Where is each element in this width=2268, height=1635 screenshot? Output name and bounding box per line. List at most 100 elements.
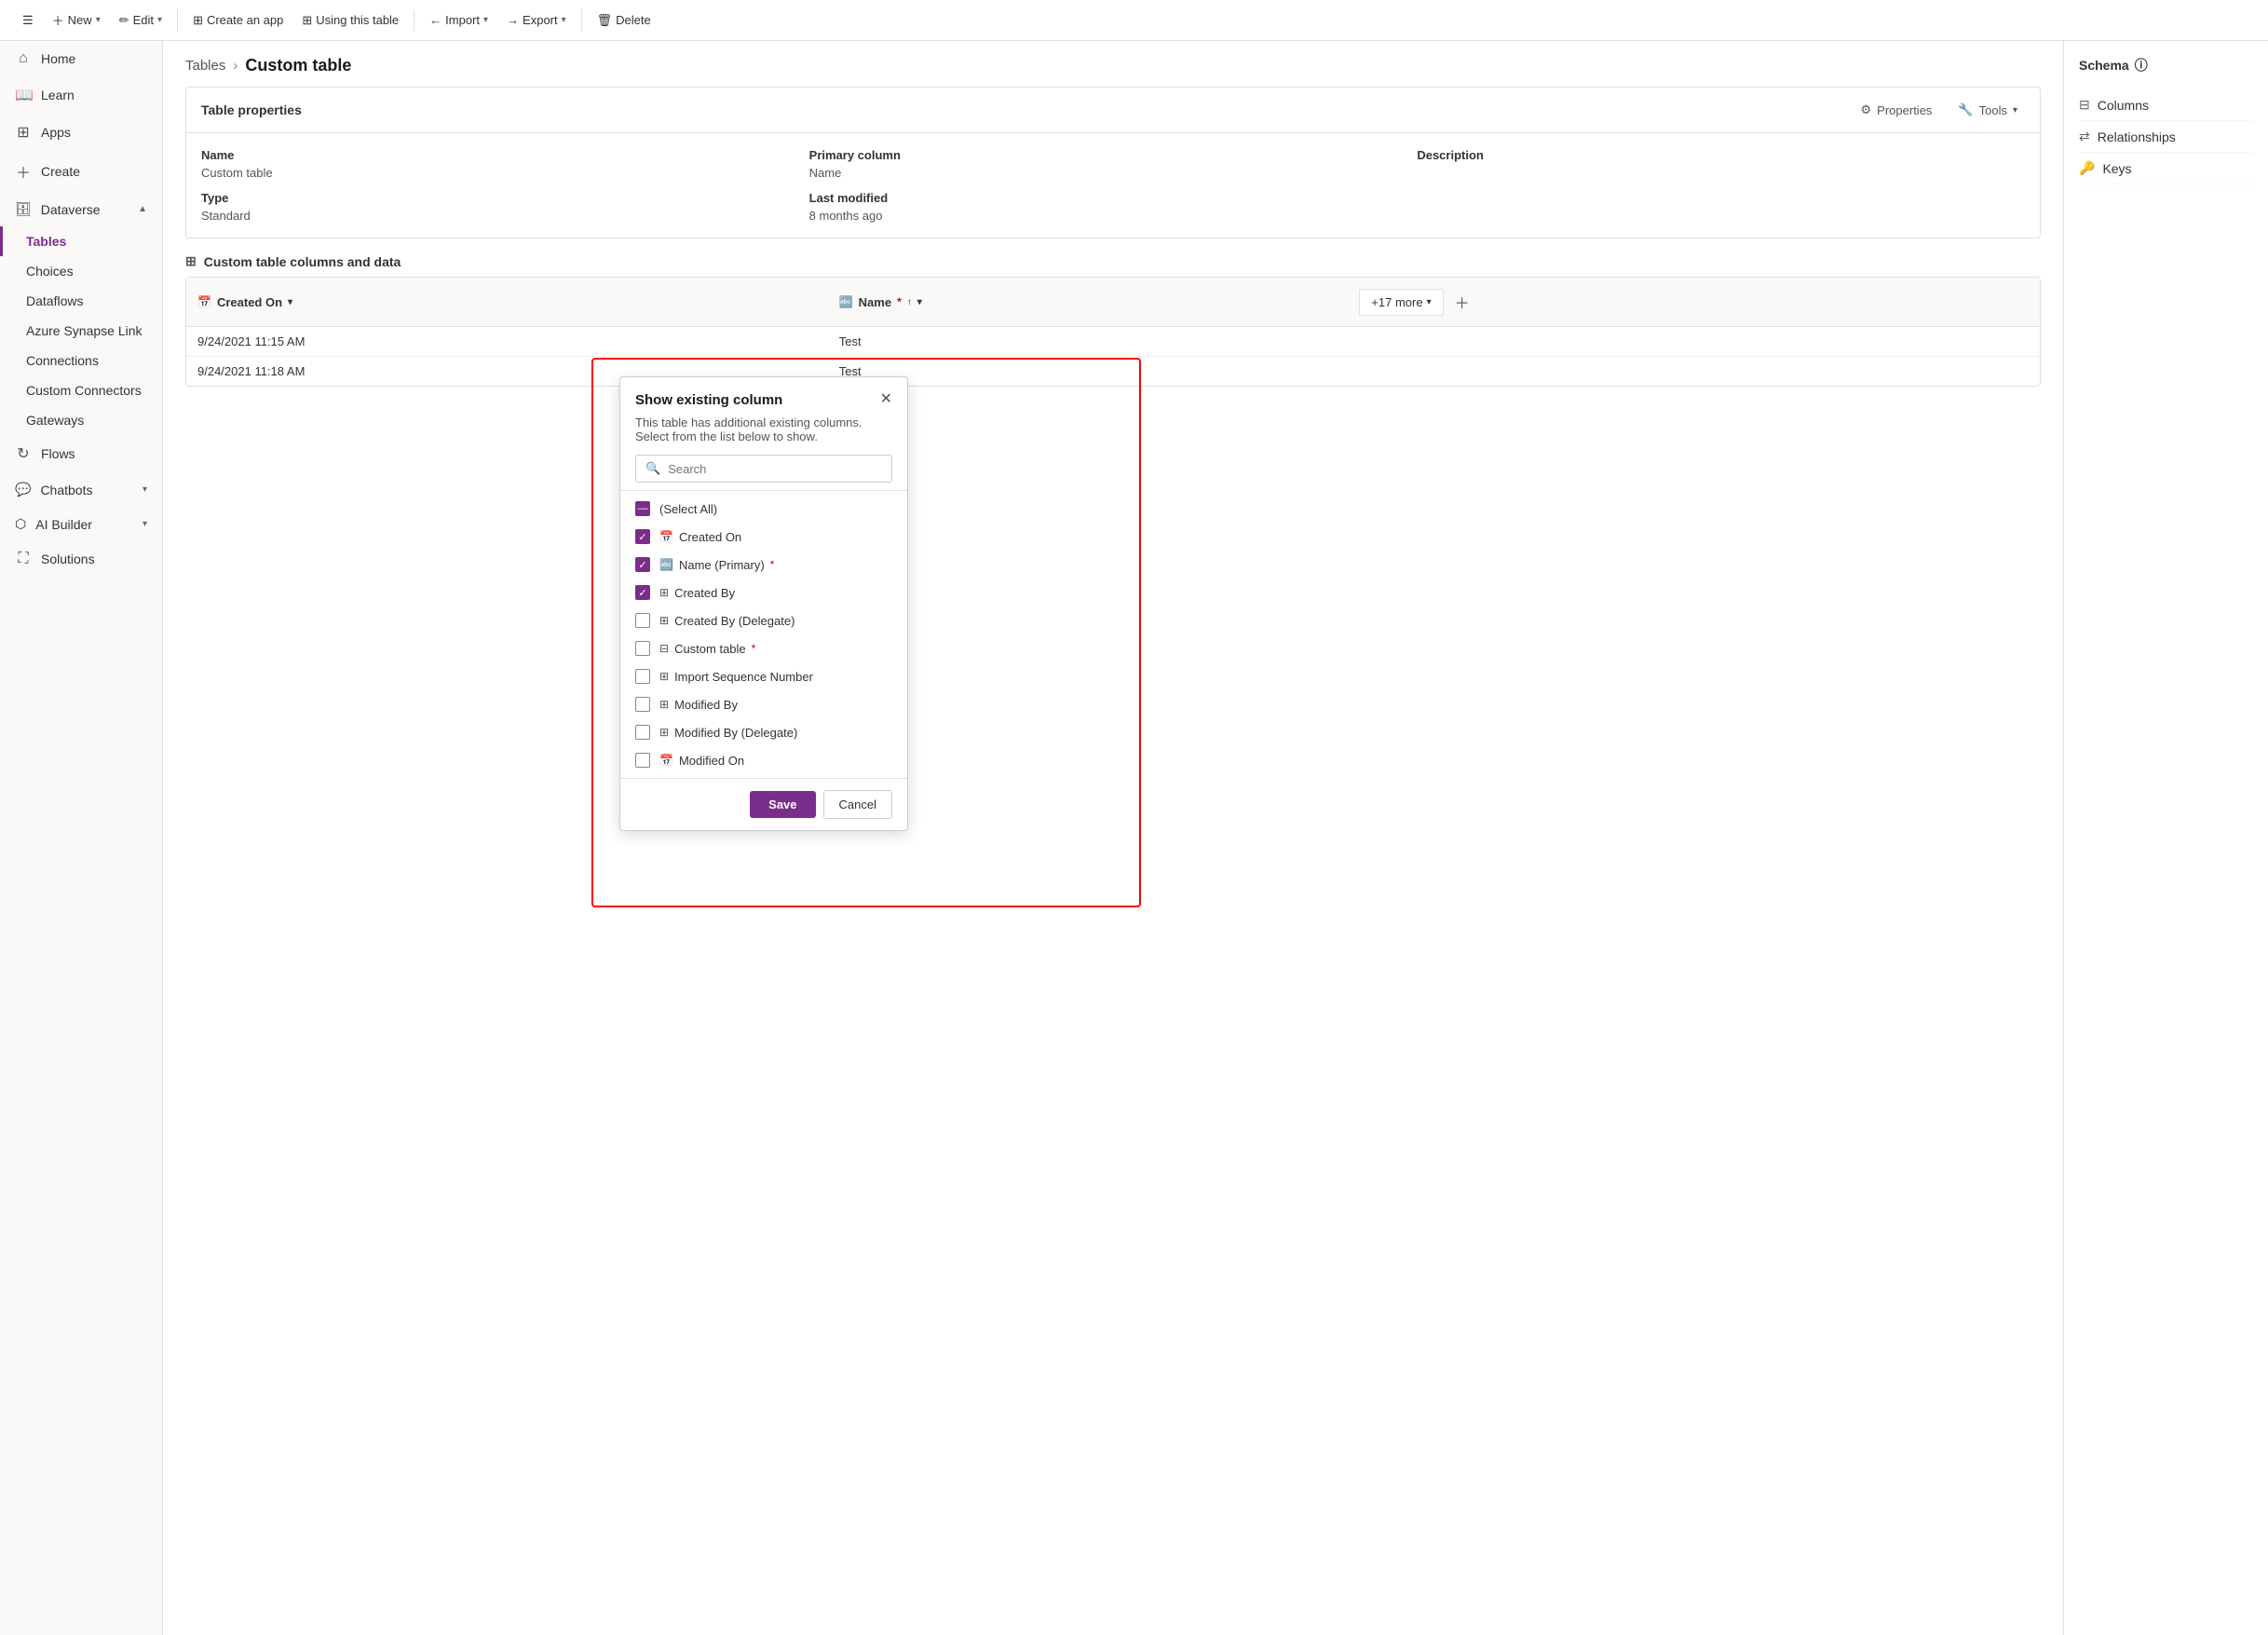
checkbox-item[interactable]: ⊞ Import Sequence Number (620, 662, 907, 690)
ai-builder-icon: ⬡ (15, 516, 26, 532)
breadcrumb-parent[interactable]: Tables (185, 58, 225, 74)
properties-button[interactable]: ⚙ Properties (1854, 99, 1940, 121)
schema-item-columns[interactable]: ⊟ Columns (2079, 89, 2253, 121)
checkbox-item[interactable]: ⊞ Created By (Delegate) (620, 606, 907, 634)
cell-name: Test (828, 327, 1349, 357)
cell-extra (1348, 357, 2040, 387)
checkbox-item[interactable]: 📅 Modified On (620, 746, 907, 774)
sidebar-item-gateways[interactable]: Gateways (0, 405, 162, 435)
content-area: Tables › Custom table Table properties ⚙… (163, 41, 2063, 1635)
sidebar-item-tables[interactable]: Tables (0, 226, 162, 256)
checkbox[interactable] (635, 669, 650, 684)
required-marker: * (770, 558, 775, 571)
delete-button[interactable]: 🗑 Delete (590, 9, 659, 32)
sidebar-item-ai-builder[interactable]: ⬡ AI Builder ▾ (0, 507, 162, 541)
checkbox-item[interactable]: ✓ ⊞ Created By (620, 579, 907, 606)
checkbox-item[interactable]: ✓ 📅 Created On (620, 523, 907, 551)
checkbox[interactable] (635, 725, 650, 740)
checkbox[interactable]: ✓ (635, 529, 650, 544)
flows-icon: ↻ (15, 444, 32, 463)
checkbox-item[interactable]: — (Select All) (620, 495, 907, 523)
prop-last-modified-value: 8 months ago (809, 209, 1418, 223)
properties-gear-icon: ⚙ (1861, 102, 1872, 117)
using-table-button[interactable]: ⊞ Using this table (294, 9, 406, 32)
checkbox[interactable] (635, 697, 650, 712)
prop-description-label: Description (1417, 148, 2025, 162)
sidebar-item-custom-connectors[interactable]: Custom Connectors (0, 375, 162, 405)
dialog-save-button[interactable]: Save (750, 791, 815, 818)
sidebar-item-dataverse[interactable]: 🗄 Dataverse ▲ (0, 192, 162, 226)
prop-name: Name Custom table (201, 148, 809, 180)
checkbox-list: — (Select All) ✓ 📅 Created On ✓ 🔤 Name (… (620, 490, 907, 778)
breadcrumb-separator: › (233, 58, 238, 74)
checkbox-item[interactable]: ✓ 🔤 Name (Primary) * (620, 551, 907, 579)
prop-primary-column: Primary column Name (809, 148, 1418, 180)
sidebar-item-chatbots[interactable]: 💬 Chatbots ▾ (0, 472, 162, 507)
prop-description: Description (1417, 148, 2025, 180)
dataverse-icon: 🗄 (15, 201, 32, 217)
sidebar-item-learn[interactable]: 📖 Learn (0, 76, 162, 114)
breadcrumb-current: Custom table (245, 56, 351, 75)
col-type-icon: ⊞ (659, 614, 669, 627)
name-sort-icon: ▾ (917, 297, 922, 307)
table-props-header: Table properties ⚙ Properties 🔧 Tools ▾ (186, 88, 2040, 133)
sidebar-item-flows[interactable]: ↻ Flows (0, 435, 162, 472)
checkbox[interactable] (635, 753, 650, 768)
data-section-header: ⊞ Custom table columns and data (185, 253, 2041, 269)
toolbar-divider-3 (581, 9, 582, 32)
sidebar-item-solutions[interactable]: ⛶ Solutions (0, 541, 162, 577)
sidebar-item-create[interactable]: ＋ Create (0, 151, 162, 192)
search-icon: 🔍 (645, 461, 660, 476)
checkbox-label: Name (Primary) (679, 558, 765, 572)
edit-pencil-icon: ✏ (119, 13, 129, 28)
checkbox-item[interactable]: ⊞ Modified By (Delegate) (620, 718, 907, 746)
checkbox[interactable]: — (635, 501, 650, 516)
check-mark: ✓ (638, 531, 646, 543)
dialog-cancel-button[interactable]: Cancel (823, 790, 892, 819)
create-app-button[interactable]: ⊞ Create an app (185, 9, 291, 32)
sidebar-item-connections[interactable]: Connections (0, 346, 162, 375)
export-button[interactable]: → Export ▾ (499, 9, 574, 31)
table-body: 9/24/2021 11:15 AM Test 9/24/2021 11:18 … (186, 327, 2040, 387)
hamburger-icon: ☰ (22, 13, 34, 28)
import-button[interactable]: ← Import ▾ (422, 9, 496, 31)
edit-button[interactable]: ✏ Edit ▾ (112, 9, 170, 32)
import-icon: ← (429, 13, 441, 27)
add-column-button[interactable]: ＋ (1447, 285, 1477, 319)
check-mark: ✓ (638, 587, 646, 599)
checkbox[interactable] (635, 641, 650, 656)
sidebar: ⌂ Home 📖 Learn ⊞ Apps ＋ Create 🗄 Dataver… (0, 41, 163, 1635)
col-type-icon: ⊞ (659, 698, 669, 711)
check-mark: ✓ (638, 559, 646, 571)
checkbox[interactable]: ✓ (635, 557, 650, 572)
checkbox[interactable] (635, 613, 650, 628)
data-section: ⊞ Custom table columns and data 📅 Create… (185, 253, 2041, 387)
tools-chevron-icon: ▾ (2013, 105, 2017, 116)
tools-button[interactable]: 🔧 Tools ▾ (1950, 99, 2025, 121)
hamburger-button[interactable]: ☰ (15, 9, 41, 32)
sidebar-item-choices[interactable]: Choices (0, 256, 162, 286)
prop-primary-value: Name (809, 166, 1418, 180)
schema-item-relationships[interactable]: ⇄ Relationships (2079, 121, 2253, 153)
checkbox-label: Created By (674, 586, 735, 600)
sidebar-item-dataflows[interactable]: Dataflows (0, 286, 162, 316)
new-button[interactable]: ＋ New ▾ (45, 7, 108, 33)
columns-icon: ⊟ (2079, 97, 2090, 113)
partial-mark: — (638, 503, 648, 514)
checkbox-item[interactable]: ⊞ Modified By (620, 690, 907, 718)
create-app-icon: ⊞ (193, 13, 203, 28)
checkbox-label: Custom table (674, 642, 746, 656)
breadcrumb: Tables › Custom table (163, 41, 2063, 87)
data-table-icon: ⊞ (185, 253, 197, 269)
checkbox[interactable]: ✓ (635, 585, 650, 600)
sidebar-item-apps[interactable]: ⊞ Apps (0, 114, 162, 151)
schema-item-keys[interactable]: 🔑 Keys (2079, 153, 2253, 184)
more-columns-button[interactable]: +17 more ▾ (1359, 289, 1443, 316)
dialog-close-button[interactable]: ✕ (880, 392, 892, 407)
dialog-search-input[interactable] (668, 462, 882, 476)
col-header-name[interactable]: 🔤 Name * ↑ ▾ (828, 278, 1349, 327)
checkbox-item[interactable]: ⊟ Custom table * (620, 634, 907, 662)
sidebar-item-home[interactable]: ⌂ Home (0, 41, 162, 76)
col-header-created-on[interactable]: 📅 Created On ▾ (186, 278, 828, 327)
sidebar-item-azure-synapse[interactable]: Azure Synapse Link (0, 316, 162, 346)
